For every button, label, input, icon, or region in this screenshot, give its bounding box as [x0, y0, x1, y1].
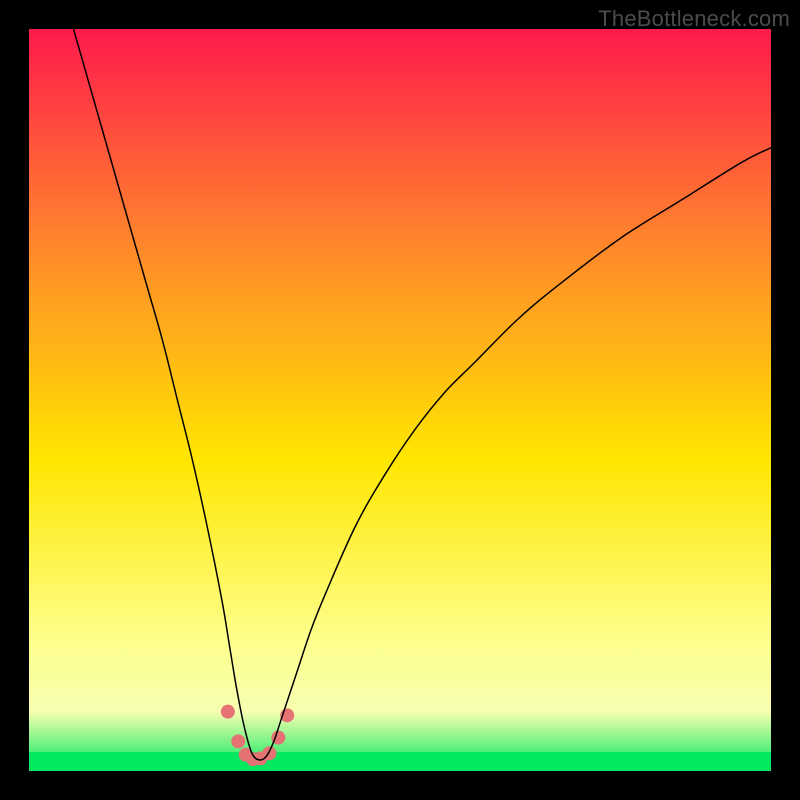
gradient-background [29, 29, 771, 771]
marker-dot [231, 734, 245, 748]
chart-frame: TheBottleneck.com [0, 0, 800, 800]
plot-area [29, 29, 771, 771]
green-baseline-band [29, 752, 771, 771]
marker-dot [221, 705, 235, 719]
watermark-text: TheBottleneck.com [598, 6, 790, 32]
bottleneck-chart [29, 29, 771, 771]
